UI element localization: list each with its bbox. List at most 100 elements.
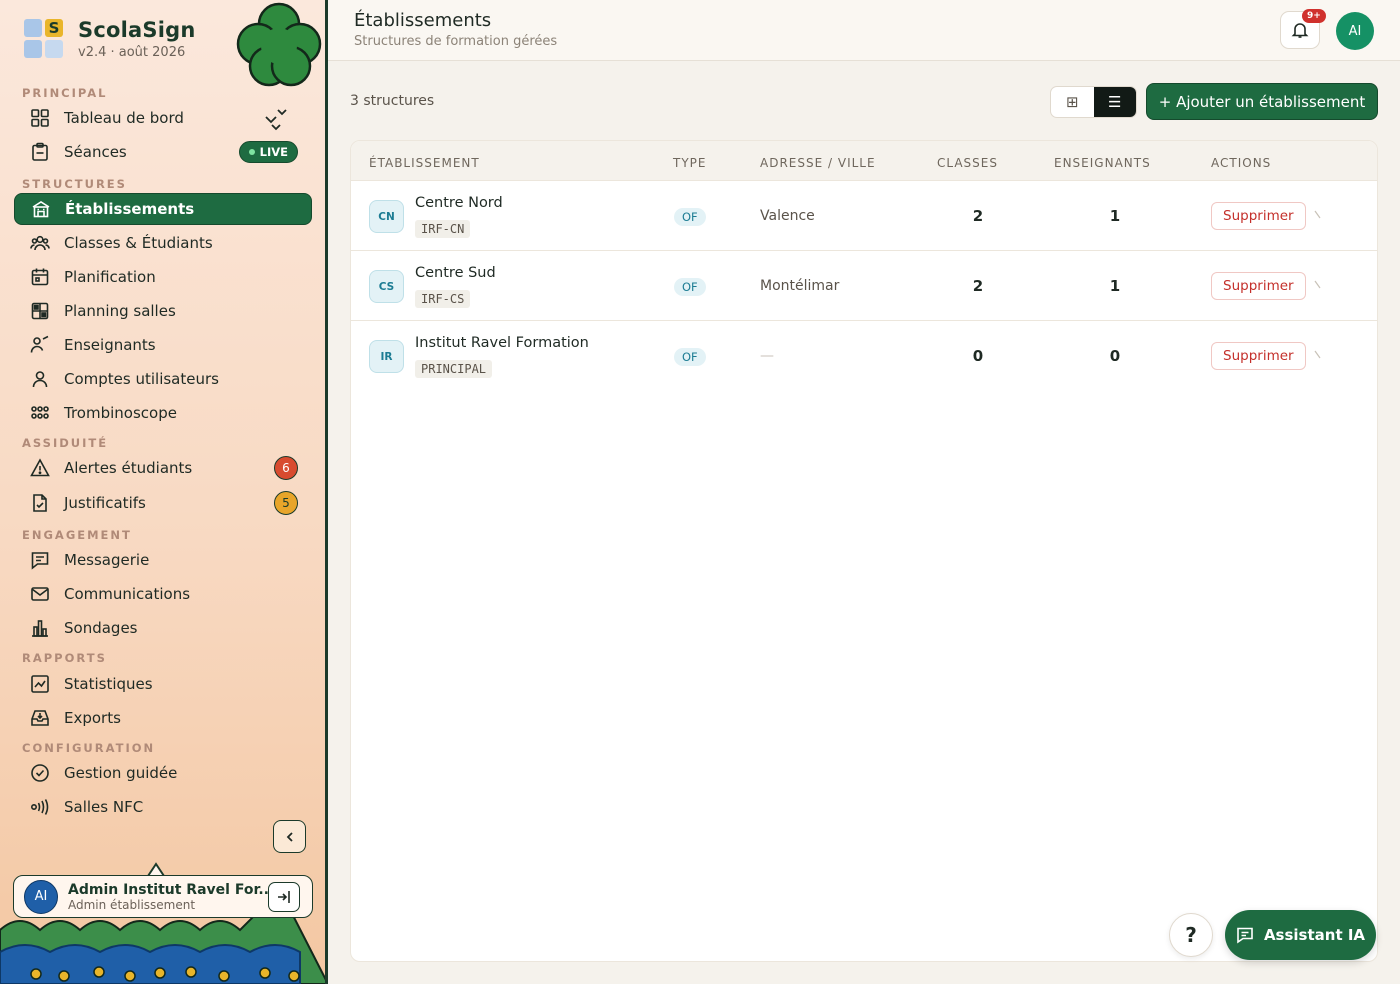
- avatar: AI: [24, 879, 58, 914]
- logout-icon: [278, 891, 290, 903]
- list-view-icon: ☰: [1108, 93, 1122, 111]
- app-version: v2.4 · août 2026: [78, 45, 186, 60]
- section-assiduite: ASSIDUITÉ: [22, 436, 109, 450]
- live-badge: LIVE: [238, 141, 298, 163]
- sidebar-item-alertes[interactable]: Alertes étudiants 6: [14, 452, 312, 484]
- app-name: ScolaSign: [78, 18, 196, 42]
- chevrons-down-icon[interactable]: [262, 106, 290, 134]
- chevron-left-icon: [286, 831, 293, 842]
- ai-assistant-button[interactable]: Assistant IA: [1225, 910, 1376, 960]
- calendar-icon: [31, 268, 49, 286]
- bell-icon: [1291, 23, 1309, 38]
- type-badge: OF: [674, 208, 706, 226]
- sidebar-item-label: Alertes étudiants: [64, 459, 193, 477]
- sidebar-item-label: Comptes utilisateurs: [64, 370, 219, 388]
- line-chart-icon: [31, 675, 49, 693]
- sidebar-item-communications[interactable]: Communications: [14, 578, 312, 610]
- sidebar-item-trombinoscope[interactable]: Trombinoscope: [14, 397, 312, 429]
- sidebar-item-exports[interactable]: Exports: [14, 702, 312, 734]
- teachers-count: 0: [1109, 347, 1121, 365]
- column-header[interactable]: ENSEIGNANTS: [1054, 156, 1151, 170]
- table-row[interactable]: CS Centre Sud IRF-CS OF Montélimar 2 1 S…: [351, 251, 1377, 321]
- sidebar-item-seances[interactable]: Séances LIVE: [14, 136, 312, 168]
- sidebar-item-label: Classes & Étudiants: [64, 234, 213, 252]
- profile-role: Admin établissement: [68, 897, 196, 912]
- establishment-name[interactable]: Institut Ravel Formation: [415, 335, 589, 351]
- view-toggle: ⊞ ☰: [1050, 86, 1137, 118]
- app-logo: S: [24, 19, 64, 59]
- type-badge: OF: [674, 278, 706, 296]
- sidebar-item-etablissements[interactable]: Établissements: [14, 193, 312, 225]
- sidebar-item-classes[interactable]: Classes & Étudiants: [14, 227, 312, 259]
- sidebar-item-enseignants[interactable]: Enseignants: [14, 329, 312, 361]
- collapse-sidebar-button[interactable]: [273, 820, 306, 853]
- structures-count: 3 structures: [350, 93, 435, 109]
- nfc-icon: [30, 799, 49, 815]
- logout-button[interactable]: [268, 882, 300, 912]
- row-chevron-icon[interactable]: [1313, 349, 1323, 361]
- teacher-icon: [30, 335, 49, 353]
- section-configuration: CONFIGURATION: [22, 741, 156, 755]
- sidebar-item-planification[interactable]: Planification: [14, 261, 312, 293]
- column-header: ACTIONS: [1211, 156, 1272, 170]
- help-button[interactable]: ?: [1169, 913, 1213, 957]
- sidebar: S ScolaSign v2.4 · août 2026 PRINCIPAL S…: [0, 0, 328, 984]
- sidebar-item-justificatifs[interactable]: Justificatifs 5: [14, 487, 312, 519]
- sidebar-item-label: Établissements: [65, 200, 195, 218]
- list-view-button[interactable]: ☰: [1093, 87, 1136, 117]
- sidebar-item-label: Trombinoscope: [64, 404, 177, 422]
- sidebar-item-label: Planification: [64, 268, 156, 286]
- clipboard-icon: [32, 142, 48, 161]
- sidebar-item-planning-salles[interactable]: Planning salles: [14, 295, 312, 327]
- section-rapports: RAPPORTS: [22, 651, 107, 665]
- building-icon: [32, 201, 50, 218]
- sidebar-item-gestion-guidee[interactable]: Gestion guidée: [14, 757, 312, 789]
- user-profile-card[interactable]: AI Admin Institut Ravel For... Admin éta…: [13, 875, 313, 918]
- establishment-address: Valence: [760, 208, 815, 224]
- add-establishment-button[interactable]: + Ajouter un établissement: [1146, 83, 1378, 120]
- column-header[interactable]: ADRESSE / VILLE: [760, 156, 876, 170]
- sidebar-item-label: Statistiques: [64, 675, 153, 693]
- table-row[interactable]: IR Institut Ravel Formation PRINCIPAL OF…: [351, 321, 1377, 391]
- sidebar-item-sondages[interactable]: Sondages: [14, 612, 312, 644]
- profile-name: Admin Institut Ravel For...: [68, 881, 275, 898]
- grid-view-button[interactable]: ⊞: [1051, 87, 1094, 117]
- sidebar-item-statistiques[interactable]: Statistiques: [14, 668, 312, 700]
- delete-button[interactable]: Supprimer: [1211, 342, 1306, 370]
- warning-icon: [30, 458, 50, 477]
- user-avatar-button[interactable]: AI: [1336, 12, 1374, 50]
- notification-count-badge: 9+: [1302, 9, 1326, 23]
- row-chevron-icon[interactable]: [1313, 279, 1323, 291]
- section-structures: STRUCTURES: [22, 177, 127, 191]
- sidebar-item-messagerie[interactable]: Messagerie: [14, 544, 312, 576]
- grid-icon: [31, 109, 49, 127]
- bar-chart-icon: [32, 620, 48, 637]
- sidebar-item-label: Messagerie: [64, 551, 150, 569]
- sidebar-item-label: Enseignants: [64, 336, 156, 354]
- establishment-name[interactable]: Centre Sud: [415, 265, 496, 281]
- sidebar-item-salles-nfc[interactable]: Salles NFC: [14, 791, 312, 823]
- rooms-icon: [31, 302, 49, 320]
- brand[interactable]: S ScolaSign v2.4 · août 2026: [24, 18, 195, 60]
- page-subtitle: Structures de formation gérées: [354, 34, 558, 49]
- ai-assistant-label: Assistant IA: [1263, 926, 1366, 944]
- column-header[interactable]: TYPE: [673, 156, 706, 170]
- alert-count-badge: 6: [274, 456, 298, 480]
- establishment-name[interactable]: Centre Nord: [415, 195, 503, 211]
- row-chevron-icon[interactable]: [1313, 209, 1323, 221]
- delete-button[interactable]: Supprimer: [1211, 272, 1306, 300]
- table-row[interactable]: CN Centre Nord IRF-CN OF Valence 2 1 Sup…: [351, 181, 1377, 251]
- establishment-address: —: [760, 348, 774, 364]
- delete-button[interactable]: Supprimer: [1211, 202, 1306, 230]
- column-header[interactable]: ÉTABLISSEMENT: [369, 156, 480, 170]
- classes-count: 2: [972, 277, 984, 295]
- establishment-code: IRF-CS: [415, 290, 471, 308]
- section-engagement: ENGAGEMENT: [22, 528, 132, 542]
- column-header[interactable]: CLASSES: [937, 156, 998, 170]
- establishment-code: IRF-CN: [415, 220, 471, 238]
- type-badge: OF: [674, 348, 706, 366]
- mail-icon: [31, 587, 49, 601]
- sidebar-item-label: Exports: [64, 709, 121, 727]
- sidebar-item-comptes[interactable]: Comptes utilisateurs: [14, 363, 312, 395]
- sidebar-item-label: Communications: [64, 585, 191, 603]
